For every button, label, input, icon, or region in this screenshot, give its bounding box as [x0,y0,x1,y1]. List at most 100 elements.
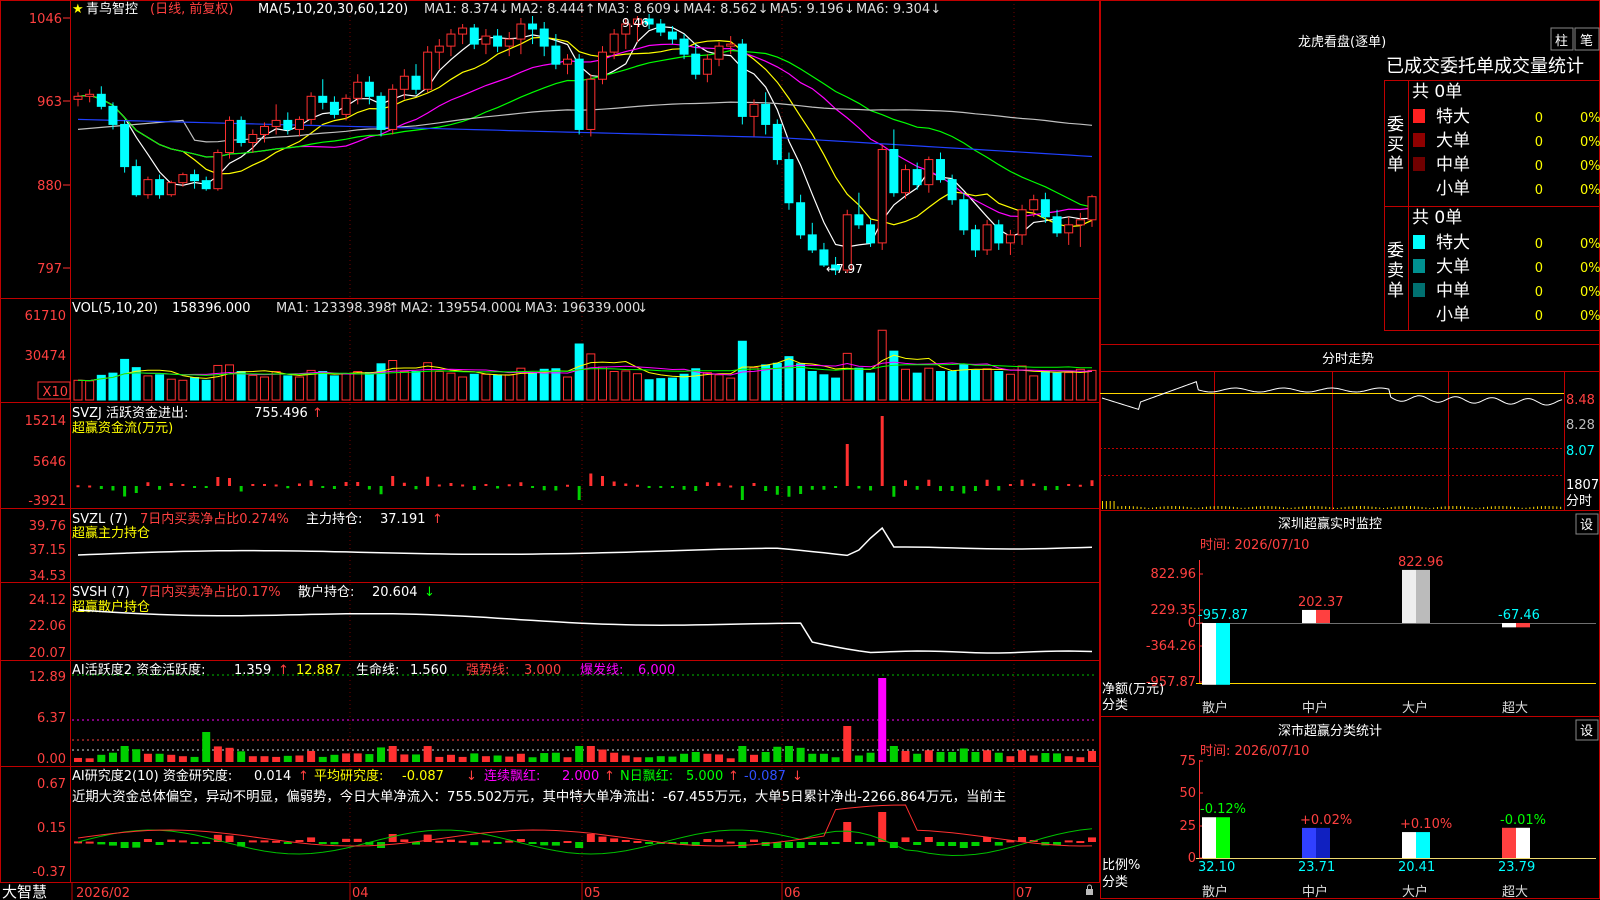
chart-mode[interactable]: (日线, 前复权) [150,1,233,17]
classify-panel: 深市超赢分类统计 设 时间: 2026/07/10 75 50 25 032.10 散户… [1102,719,1599,900]
ai-bar [901,750,910,762]
ai2-bar [97,842,106,845]
intraday-vol-bar [1152,507,1154,509]
ai2-bar [551,842,560,846]
svzj-bar [869,486,873,491]
x-label: 05 [584,886,601,900]
vol-bar [796,363,806,401]
svzj-bar [1055,486,1059,490]
ai-bar [913,753,922,762]
candle [85,93,95,97]
candle [691,53,701,75]
svzj-bar [775,486,779,495]
ai-bar [551,752,560,762]
category-label: 大户 [1402,884,1428,900]
intraday-vol-bar [1390,506,1392,509]
svzj-bar [810,486,814,490]
ai-bar [680,753,689,762]
ai-bar [528,757,537,762]
order-pct: 0% [1580,237,1600,252]
svzj-bar [834,486,838,488]
candle [376,95,386,130]
x-axis: 大智慧 2026/02 04 05 06 07 [0,882,1100,900]
vol-value: 158396.000 [172,301,251,316]
vol-bar [1017,365,1027,401]
monitor-panel: 深圳超赢实时监控 设 时间: 2026/07/10 822.96229.350-… [1102,513,1599,716]
ai2-v3: 2.000 [562,769,599,784]
intraday-vol-bar [1279,506,1281,509]
svzl-hold: 主力持仓: [306,512,362,527]
svzj-arrow: ↑ [312,406,323,421]
bar-value: 23.71 [1298,860,1335,875]
ai2-bar [936,842,945,846]
vol-bar [819,374,829,401]
vol-bar [1005,373,1015,401]
vol-bar [201,379,211,401]
intraday-vol-bar [1498,506,1500,509]
candle [702,58,712,75]
ai2-bar [854,842,863,844]
ai2-bar [1064,840,1073,843]
order-side-label: 单 [1387,155,1404,175]
ai2-bar [843,822,852,842]
candle [749,103,759,117]
vol-bar [574,343,584,401]
intraday-vol-bar [1352,506,1354,509]
intraday-vol-bar [1440,506,1442,509]
vol-bar [866,372,876,401]
svsh-line [77,609,1093,654]
ai-bar [388,746,397,762]
vol-legend-item: MA3: 196339.000 [525,301,640,316]
ai-bar [575,746,584,762]
intraday-vol-bar [1552,506,1554,509]
svzj-bar [589,473,593,486]
candle [446,33,456,47]
dragon-tabs[interactable]: 已成交委托单成交量统计 [1386,56,1584,77]
category-label: 超大 [1502,885,1528,900]
intraday-vol-bar [1398,506,1400,509]
candle [667,31,677,40]
intraday-vol-bar [1113,501,1115,509]
ai2-bar [971,842,980,846]
intraday-vol-bar [1402,506,1404,509]
svzj-bar [321,486,325,488]
svzj-bar [332,486,336,489]
svzj-bar [251,484,255,486]
ai2-bar [901,837,910,842]
ai2-bar [318,842,327,844]
intraday-panel: 分时走势 8.48 8.28 8.07 18071 分时 [1100,351,1600,510]
intraday-vol-bar [1136,506,1138,509]
ai2-bar [260,840,269,843]
candle [784,159,794,204]
ai-tick: 12.89 [29,670,66,685]
intraday-vol-bar [1560,506,1562,509]
vol-bar [947,371,957,401]
ai-bar [260,756,269,762]
svzj-bar [99,486,103,489]
svzl-panel: SVZL (7) 7日内买卖净占比0.274% 主力持仓: 37.191 ↑ 超… [29,511,1093,584]
candle [889,149,899,194]
intraday-vol-bar [1406,506,1408,509]
bar-value: 32.10 [1198,860,1235,875]
candle [458,27,468,35]
order-swatch [1413,235,1425,249]
bar-change: +0.02% [1300,813,1352,828]
svzj-bar [845,444,849,486]
ai-bar [924,750,933,762]
vol-bar [935,371,945,401]
ai2-panel: AI研究度2(10) 资金研究度: 0.014 ↑ 平均研究度: -0.087 … [32,768,1096,880]
ai2-bar [85,841,94,844]
ai-bar [843,726,852,762]
vol-bar [644,379,654,401]
vol-bar [901,368,911,401]
intraday-vol-bar [1205,506,1207,509]
ai-burst: 爆发线: [580,662,623,678]
stock-name[interactable]: 青鸟智控 [86,1,138,17]
candle [73,95,83,100]
svzj-bar [228,478,232,486]
svzj-bar [169,483,173,486]
ai2-bar [516,839,525,842]
ai2-bar [155,842,164,845]
svzj-bar [88,485,92,488]
monitor-ylabel: 净额(万元) [1102,682,1164,697]
